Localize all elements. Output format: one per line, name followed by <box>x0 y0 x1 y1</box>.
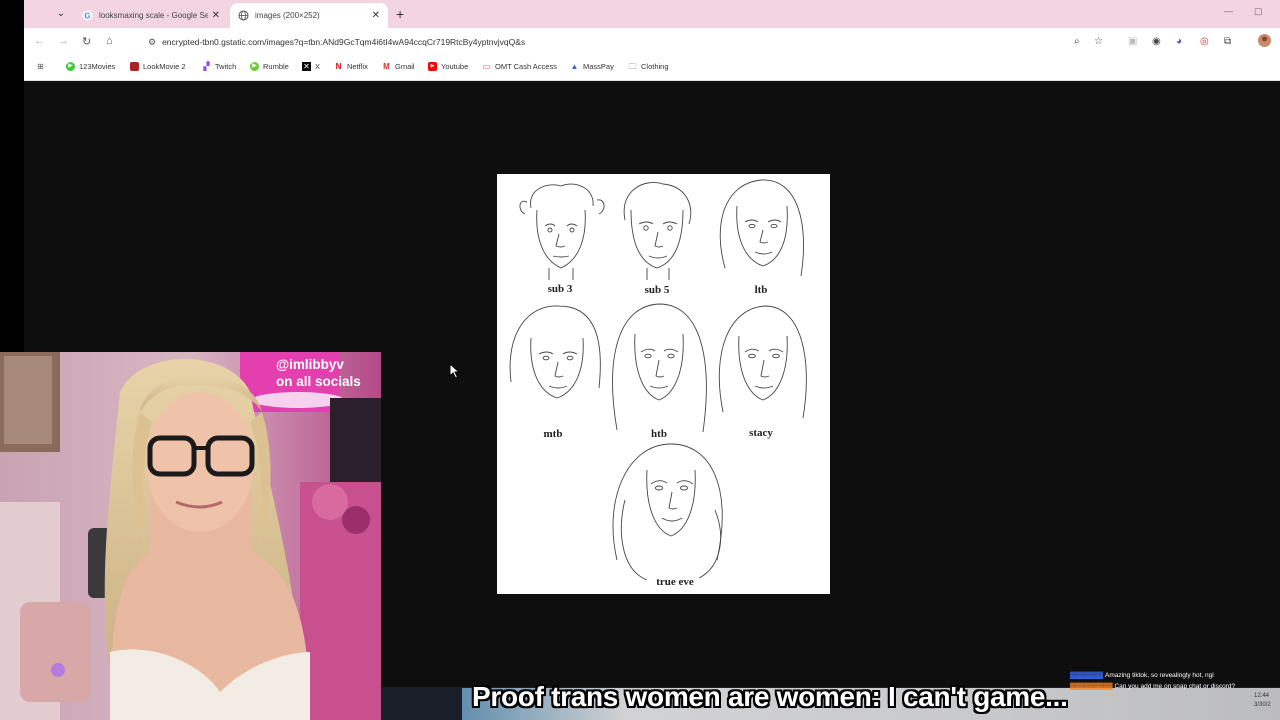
face-sketch-mtb <box>509 305 601 399</box>
handle-subtext: on all socials <box>276 374 361 389</box>
bookmark-folder-clothing[interactable]: 🗀 Clothing <box>628 62 669 71</box>
chat-message: ▓▓▓▓▓▓▓▓▓ Can you add me on snap chat or… <box>1070 683 1236 690</box>
folder-icon: 🗀 <box>628 62 637 71</box>
label-sub3: sub 3 <box>547 283 573 295</box>
netflix-icon: N <box>335 62 342 71</box>
gmail-icon: M <box>383 62 390 71</box>
face-scale-image: sub 3 sub 5 ltb mtb htb stacy true eve <box>497 174 830 594</box>
zoom-icon[interactable]: ⌕ <box>1074 36 1080 47</box>
tab-label: looksmaxing scale - Google Sea <box>99 11 208 20</box>
google-icon: G <box>82 10 93 21</box>
face-sketch-sub3 <box>519 183 605 280</box>
tab-google-search[interactable]: G looksmaxing scale - Google Sea ✕ <box>74 3 228 28</box>
bookmark-masspay[interactable]: ▲ MassPay <box>570 62 614 71</box>
extension-icon[interactable]: ◕ <box>1176 36 1182 47</box>
close-tab-icon[interactable]: ✕ <box>212 10 220 21</box>
play-icon: ▶ <box>66 62 75 71</box>
chat-message: ▓▓▓▓▓▓▓ Amazing tiktok, so revealingly h… <box>1070 672 1214 679</box>
globe-icon <box>238 10 249 21</box>
profile-avatar[interactable] <box>1258 34 1271 50</box>
bookmark-lookmovie[interactable]: LookMovie 2 <box>130 62 186 71</box>
bookmark-netflix[interactable]: N Netflix <box>334 62 368 71</box>
omt-icon: ▭ <box>482 62 491 71</box>
twitch-icon: ▞ <box>203 62 210 71</box>
site-info-icon[interactable]: ⚙ <box>148 33 156 51</box>
apps-grid-icon[interactable]: ⊞ <box>36 62 49 71</box>
new-tab-plus-icon[interactable]: + <box>396 6 404 22</box>
masspay-icon: ▲ <box>570 62 579 71</box>
extension-icon[interactable]: ◎ <box>1200 36 1209 47</box>
tab-images-active[interactable]: images (200×252) ✕ <box>230 3 388 28</box>
social-handle-overlay: @imlibbyv on all socials <box>276 356 361 390</box>
handle-text: @imlibbyv <box>276 357 344 372</box>
extension-icon[interactable]: ▣ <box>1128 36 1137 47</box>
chat-overlay: ▓▓▓▓▓▓▓ Amazing tiktok, so revealingly h… <box>1070 670 1235 692</box>
label-true-eve: true eve <box>656 576 694 588</box>
bookmark-x[interactable]: ✕ X <box>302 62 320 71</box>
browser-toolbar: ← → ↻ ⌂ ⚙ encrypted-tbn0.gstatic.com/ima… <box>24 28 1280 56</box>
tab-label: images (200×252) <box>255 11 320 20</box>
maximize-icon[interactable]: ▢ <box>1254 6 1263 17</box>
face-sketch-sub5 <box>623 182 692 280</box>
tab-strip: ⌄ G looksmaxing scale - Google Sea ✕ ima… <box>24 0 1280 28</box>
address-bar[interactable]: ⚙ encrypted-tbn0.gstatic.com/images?q=tb… <box>148 33 1148 51</box>
extension-icon[interactable]: ◉ <box>1152 36 1161 47</box>
back-icon[interactable]: ← <box>34 35 45 47</box>
bookmark-gmail[interactable]: M Gmail <box>382 62 414 71</box>
label-sub5: sub 5 <box>644 284 670 296</box>
x-icon: ✕ <box>302 62 311 71</box>
streamer-webcam <box>0 352 381 720</box>
bookmark-twitch[interactable]: ▞ Twitch <box>202 62 236 71</box>
mouse-cursor-icon <box>449 363 461 379</box>
bookmark-rumble[interactable]: ▶ Rumble <box>250 62 289 71</box>
extensions-puzzle-icon[interactable]: ⧉ <box>1224 36 1231 47</box>
taskbar-clock[interactable]: 12:44 3/30/2 <box>1254 692 1271 710</box>
label-stacy: stacy <box>749 427 773 439</box>
close-tab-icon[interactable]: ✕ <box>372 10 380 21</box>
label-ltb: ltb <box>754 284 768 296</box>
face-sketch-stacy <box>718 305 807 419</box>
bookmarks-bar: ⊞ ▶ 123Movies LookMovie 2 ▞ Twitch ▶ Rumble… <box>24 56 1280 81</box>
youtube-icon: ▶ <box>428 62 437 71</box>
forward-icon[interactable]: → <box>58 35 69 47</box>
rumble-icon: ▶ <box>250 62 259 71</box>
bookmark-123movies[interactable]: ▶ 123Movies <box>66 62 115 71</box>
minimize-icon[interactable]: — <box>1224 6 1233 16</box>
url-text: encrypted-tbn0.gstatic.com/images?q=tbn:… <box>162 37 526 47</box>
film-icon <box>130 62 139 71</box>
reload-icon[interactable]: ↻ <box>82 35 91 48</box>
bookmark-omt[interactable]: ▭ OMT Cash Access <box>482 62 557 71</box>
tab-search-dropdown-icon[interactable]: ⌄ <box>54 7 68 21</box>
home-icon[interactable]: ⌂ <box>106 35 113 47</box>
bookmark-star-icon[interactable]: ☆ <box>1094 36 1103 47</box>
stream-caption-title: Proof trans women are women: I can't gam… <box>472 681 1068 712</box>
face-sketch-htb <box>612 303 707 433</box>
bookmark-youtube[interactable]: ▶ Youtube <box>428 62 468 71</box>
label-htb: htb <box>651 428 667 440</box>
svg-text:G: G <box>84 12 90 21</box>
face-sketch-true-eve <box>612 443 723 581</box>
face-sketch-ltb <box>719 179 804 277</box>
label-mtb: mtb <box>543 428 563 440</box>
